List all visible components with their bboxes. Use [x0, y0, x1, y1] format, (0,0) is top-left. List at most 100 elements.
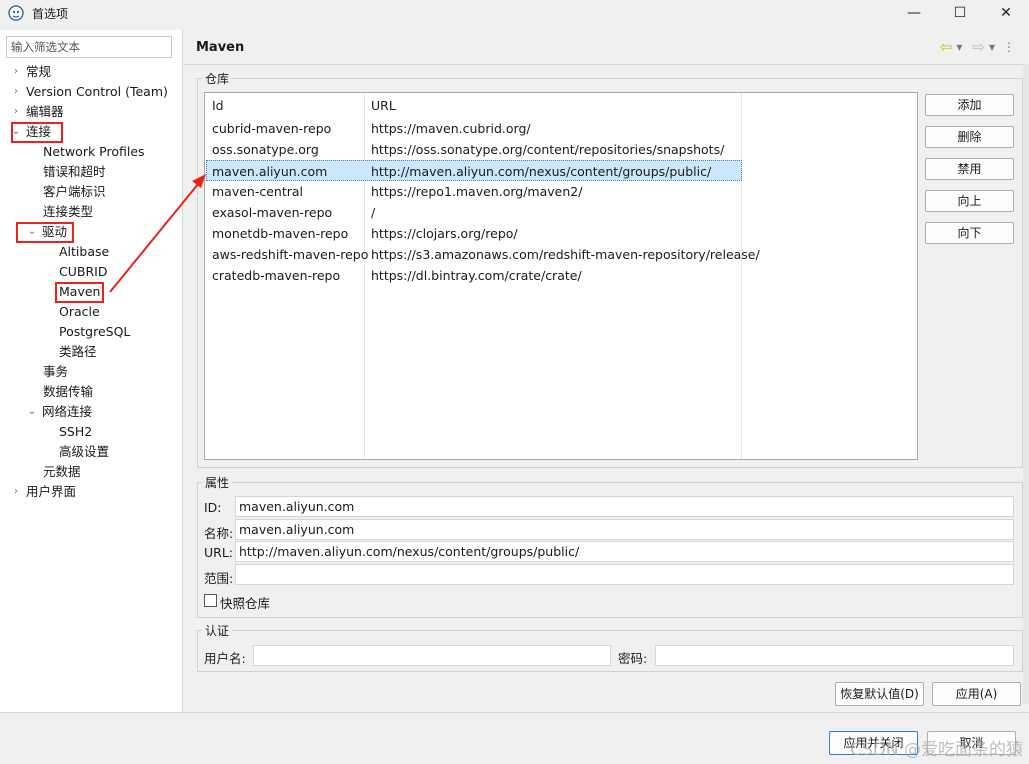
apply-button[interactable]: 应用(A) — [932, 682, 1021, 706]
repo-url-cell: http://maven.aliyun.com/nexus/content/gr… — [371, 164, 712, 179]
column-header-id[interactable]: Id — [212, 98, 224, 113]
tree-item-connections[interactable]: ⌄ 连接 — [10, 122, 51, 142]
maximize-icon[interactable]: ☐ — [937, 0, 983, 26]
tree-item-network[interactable]: ⌄ 网络连接 — [26, 402, 92, 422]
chevron-right-icon[interactable]: › — [10, 82, 22, 102]
tree-item-client-id[interactable]: 客户端标识 — [43, 182, 106, 202]
repo-url-cell: / — [371, 205, 376, 220]
column-header-url[interactable]: URL — [371, 98, 396, 113]
repositories-table[interactable]: Id URL cubrid-maven-repo https://maven.cu… — [204, 92, 918, 460]
scope-field[interactable] — [235, 564, 1014, 585]
forward-arrow-icon[interactable]: ⇨ — [972, 38, 985, 56]
snapshot-checkbox[interactable] — [204, 594, 217, 607]
vertical-scrollbar[interactable] — [1023, 64, 1029, 704]
table-row-selected[interactable]: maven.aliyun.com http://maven.aliyun.com/… — [206, 160, 742, 181]
snapshot-label: 快照仓库 — [220, 596, 271, 611]
move-down-button[interactable]: 向下 — [925, 222, 1014, 244]
url-field[interactable] — [235, 541, 1014, 562]
table-row[interactable]: cratedb-maven-repo https://dl.bintray.com… — [206, 265, 742, 286]
tree-item-classpath[interactable]: 类路径 — [59, 342, 97, 362]
tree-item-ssh2[interactable]: SSH2 — [59, 422, 92, 442]
restore-defaults-button[interactable]: 恢复默认值(D) — [835, 682, 924, 706]
tree-item-user-interface[interactable]: › 用户界面 — [10, 482, 76, 502]
tree-item-label: Oracle — [59, 304, 100, 319]
tree-item-label: Version Control (Team) — [26, 84, 168, 99]
chevron-right-icon[interactable]: › — [10, 482, 22, 502]
tree-item-metadata[interactable]: 元数据 — [43, 462, 81, 482]
tree-item-postgresql[interactable]: PostgreSQL — [59, 322, 130, 342]
tree-item-connection-types[interactable]: 连接类型 — [43, 202, 93, 222]
chevron-right-icon[interactable]: › — [10, 62, 22, 82]
repo-id-cell: monetdb-maven-repo — [212, 226, 349, 241]
tree-item-oracle[interactable]: Oracle — [59, 302, 100, 322]
disable-button[interactable]: 禁用 — [925, 158, 1014, 180]
tree-item-transactions[interactable]: 事务 — [43, 362, 68, 382]
chevron-down-icon[interactable]: ⌄ — [10, 122, 22, 142]
move-up-button[interactable]: 向上 — [925, 190, 1014, 212]
tree-item-label: 数据传输 — [43, 384, 94, 399]
name-label: 名称: — [204, 526, 234, 541]
more-options-icon[interactable]: ⋮ — [1003, 40, 1015, 54]
back-menu-icon[interactable]: ▾ — [956, 40, 962, 54]
tree-item-label: 高级设置 — [59, 444, 110, 459]
filter-input[interactable] — [6, 36, 172, 58]
tree-item-label: 用户界面 — [26, 484, 77, 499]
repo-id-cell: cratedb-maven-repo — [212, 268, 341, 283]
repo-id-cell: maven-central — [212, 184, 304, 199]
username-label: 用户名: — [204, 651, 246, 666]
tree-item-label: 错误和超时 — [43, 164, 106, 179]
username-field[interactable] — [253, 645, 611, 666]
table-row[interactable]: exasol-maven-repo / — [206, 202, 742, 223]
chevron-down-icon[interactable]: ⌄ — [26, 222, 38, 242]
chevron-right-icon[interactable]: › — [10, 102, 22, 122]
page-title: Maven — [196, 40, 245, 55]
table-row[interactable]: oss.sonatype.org https://oss.sonatype.org… — [206, 139, 742, 160]
repo-url-cell: https://oss.sonatype.org/content/reposit… — [371, 142, 725, 157]
tree-item-editors[interactable]: › 编辑器 — [10, 102, 64, 122]
id-label: ID: — [204, 500, 222, 515]
window-title: 首选项 — [32, 6, 69, 21]
repo-url-cell: https://repo1.maven.org/maven2/ — [371, 184, 583, 199]
tree-item-label: Altibase — [59, 244, 110, 259]
tree-item-network-profiles[interactable]: Network Profiles — [43, 142, 145, 162]
tree-item-label: 驱动 — [42, 224, 68, 239]
scope-label: 范围: — [204, 571, 234, 586]
id-field[interactable] — [235, 496, 1014, 517]
forward-menu-icon[interactable]: ▾ — [989, 40, 995, 54]
minimize-icon[interactable]: — — [891, 0, 937, 26]
name-field[interactable] — [235, 519, 1014, 540]
table-row[interactable]: monetdb-maven-repo https://clojars.org/re… — [206, 223, 742, 244]
tree-item-maven[interactable]: Maven — [59, 282, 100, 302]
close-icon[interactable]: ✕ — [983, 0, 1029, 26]
tree-item-label: 客户端标识 — [43, 184, 106, 199]
tree-item-errors-timeouts[interactable]: 错误和超时 — [43, 162, 106, 182]
delete-button[interactable]: 删除 — [925, 126, 1014, 148]
tree-item-cubrid[interactable]: CUBRID — [59, 262, 107, 282]
back-arrow-icon[interactable]: ⇦ — [940, 38, 953, 56]
tree-item-version-control[interactable]: › Version Control (Team) — [10, 82, 168, 102]
tree-item-data-transfer[interactable]: 数据传输 — [43, 382, 93, 402]
tree-item-advanced[interactable]: 高级设置 — [59, 442, 109, 462]
repo-id-cell: cubrid-maven-repo — [212, 121, 332, 136]
tree-item-drivers[interactable]: ⌄ 驱动 — [26, 222, 67, 242]
table-row[interactable]: maven-central https://repo1.maven.org/mav… — [206, 181, 742, 202]
maven-preferences-panel: Maven ⇦ ▾ ⇨ ▾ ⋮ 仓库 Id URL cubrid-maven-r… — [184, 30, 1029, 712]
repo-id-cell: exasol-maven-repo — [212, 205, 333, 220]
tree-item-label: 类路径 — [59, 344, 97, 359]
tree-item-label: 常规 — [26, 64, 52, 79]
auth-group-label: 认证 — [202, 622, 233, 639]
tree-item-label: 编辑器 — [26, 104, 64, 119]
watermark: CSDN @爱吃面条的猿 — [850, 740, 1023, 760]
tree-item-altibase[interactable]: Altibase — [59, 242, 109, 262]
repo-url-cell: https://dl.bintray.com/crate/crate/ — [371, 268, 582, 283]
chevron-down-icon[interactable]: ⌄ — [26, 402, 38, 422]
tree-item-label: Network Profiles — [43, 144, 145, 159]
tree-item-label: 元数据 — [43, 464, 81, 479]
tree-item-label: PostgreSQL — [59, 324, 131, 339]
table-row[interactable]: cubrid-maven-repo https://maven.cubrid.or… — [206, 118, 742, 139]
add-button[interactable]: 添加 — [925, 94, 1014, 116]
tree-item-label: 连接类型 — [43, 204, 94, 219]
tree-item-general[interactable]: › 常规 — [10, 62, 51, 82]
password-field[interactable] — [655, 645, 1014, 666]
table-row[interactable]: aws-redshift-maven-repo https://s3.amazon… — [206, 244, 760, 265]
